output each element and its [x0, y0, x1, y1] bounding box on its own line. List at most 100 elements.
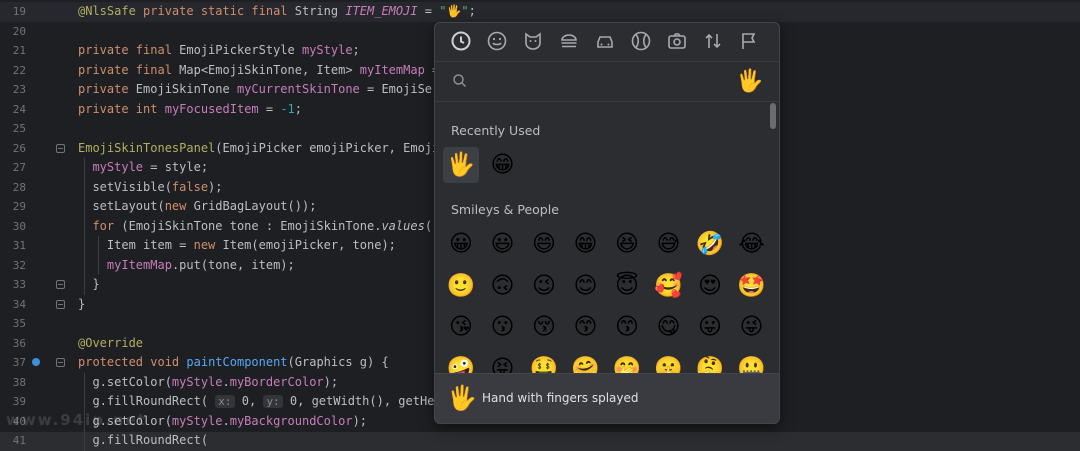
search-input[interactable]: [477, 70, 711, 94]
code-text[interactable]: g.setColor(myStyle.myBorderColor);: [78, 375, 338, 389]
code-token: paintComponent: [186, 355, 288, 369]
code-token: new: [164, 199, 187, 213]
emoji-preview-footer: 🖐 Hand with fingers splayed: [435, 373, 779, 423]
code-text[interactable]: private int myFocusedItem = -1;: [78, 102, 302, 116]
emoji-item[interactable]: 😘: [443, 309, 479, 345]
code-text[interactable]: private final Map<EmojiSkinTone, Item> m…: [78, 63, 468, 77]
emoji-item[interactable]: 🤑: [526, 351, 562, 374]
skin-tone-button[interactable]: 🖐: [735, 67, 765, 97]
objects-tab[interactable]: [662, 26, 692, 56]
code-token: myBorderColor: [229, 374, 324, 389]
emoji-list[interactable]: Recently Used 🖐 😁 Smileys & People 😀 😃 😄 😁 😆 😅 🤣 😂 🙂…: [435, 101, 779, 373]
emoji-item[interactable]: 🤩: [734, 268, 770, 304]
code-token: "🖐": [439, 4, 469, 18]
emoji-item[interactable]: 😁: [568, 226, 604, 262]
fold-icon[interactable]: [56, 299, 65, 309]
emoji-item[interactable]: 🥰: [651, 268, 687, 304]
emoji-item[interactable]: 🤫: [651, 351, 687, 374]
fold-icon[interactable]: [56, 358, 65, 367]
emoji-item[interactable]: 😀: [443, 226, 479, 262]
emoji-item[interactable]: 😉: [526, 268, 562, 304]
emoji-item[interactable]: 😜: [734, 309, 770, 345]
code-token: ;: [294, 101, 303, 116]
emoji-item[interactable]: 😙: [609, 309, 645, 345]
emoji-item[interactable]: 🤭: [609, 351, 645, 374]
code-text[interactable]: }: [78, 297, 85, 311]
code-token: String: [287, 4, 346, 18]
emoji-item[interactable]: 🤐: [734, 351, 770, 374]
emoji-item[interactable]: 😂: [734, 226, 770, 262]
code-token: y:: [263, 395, 283, 408]
emoji-search-bar[interactable]: 🖐: [435, 61, 779, 102]
emoji-item[interactable]: 🤪: [443, 351, 479, 374]
emoji-item[interactable]: 😊: [568, 268, 604, 304]
code-text[interactable]: myItemMap.put(tone, item);: [78, 258, 295, 272]
symbols-tab[interactable]: [698, 26, 728, 56]
emoji-item[interactable]: 😍: [692, 268, 728, 304]
animals-tab[interactable]: [518, 26, 548, 56]
code-line[interactable]: 41 g.fillRoundRect(: [0, 431, 1080, 451]
activities-tab[interactable]: [626, 26, 656, 56]
code-text[interactable]: g.fillRoundRect( x: 0, y: 0, getWidth(),…: [78, 394, 478, 408]
smileys-tab[interactable]: [482, 26, 512, 56]
emoji-item[interactable]: 😋: [651, 309, 687, 345]
travel-tab[interactable]: [590, 26, 620, 56]
line-number: 28: [12, 180, 26, 194]
emoji-picker-popup: 🖐 Recently Used 🖐 😁 Smileys & People 😀 😃 😄 😁 😆 😅 🤣…: [434, 22, 780, 424]
emoji-item[interactable]: 😝: [485, 351, 521, 374]
emoji-item[interactable]: 😚: [526, 309, 562, 345]
emoji-item[interactable]: 😇: [609, 268, 645, 304]
smiley-icon: [487, 31, 507, 51]
code-token: setLayout(: [78, 199, 165, 213]
code-text[interactable]: myStyle = style;: [78, 160, 208, 174]
watermark: www.94ip.net: [6, 411, 147, 429]
emoji-item[interactable]: 😙: [568, 309, 604, 345]
code-token: (Graphics g) {: [287, 355, 389, 369]
code-text[interactable]: }: [78, 277, 99, 291]
emoji-item[interactable]: 🖐: [443, 147, 479, 183]
code-text[interactable]: Item item = new Item(emojiPicker, tone);: [78, 238, 396, 252]
fold-icon[interactable]: [56, 280, 65, 289]
emoji-item[interactable]: 😃: [485, 226, 521, 262]
code-text[interactable]: EmojiSkinTonesPanel(EmojiPicker emojiPic…: [78, 141, 461, 155]
code-token: Item item =: [78, 238, 194, 252]
emoji-item[interactable]: 🤗: [568, 351, 604, 374]
emoji-item[interactable]: 😆: [609, 226, 645, 262]
code-text[interactable]: g.fillRoundRect(: [78, 433, 208, 447]
code-line[interactable]: 19 @NlsSafe private static final String I…: [0, 2, 1080, 22]
emoji-item[interactable]: 😗: [485, 309, 521, 345]
line-number: 38: [12, 375, 26, 389]
code-text[interactable]: @NlsSafe private static final String ITE…: [78, 4, 476, 18]
emoji-item[interactable]: 🙂: [443, 268, 479, 304]
recent-tab[interactable]: [446, 26, 476, 56]
fold-icon[interactable]: [56, 143, 65, 153]
code-text[interactable]: setLayout(new GridBagLayout());: [78, 199, 316, 213]
code-text[interactable]: for (EmojiSkinTone tone : EmojiSkinTone.…: [78, 219, 460, 233]
code-text[interactable]: @Override: [78, 336, 143, 350]
emoji-item[interactable]: 😄: [526, 226, 562, 262]
code-token: myItemMap: [359, 62, 425, 77]
code-token: =: [417, 4, 440, 18]
food-tab[interactable]: [554, 26, 584, 56]
indent-guide: [98, 236, 99, 275]
emoji-item[interactable]: 🙃: [485, 268, 521, 304]
flags-tab[interactable]: [734, 26, 764, 56]
scrollbar-thumb[interactable]: [770, 103, 776, 129]
emoji-item[interactable]: 😅: [651, 226, 687, 262]
code-text[interactable]: private EmojiSkinTone myCurrentSkinTone …: [78, 82, 461, 96]
emoji-item[interactable]: 😁: [485, 147, 521, 183]
code-token: myFocusedItem: [164, 101, 259, 116]
emoji-item[interactable]: 🤣: [692, 226, 728, 262]
code-token: EmojiSkinTonesPanel: [78, 140, 216, 155]
emoji-item[interactable]: 😛: [692, 309, 728, 345]
code-token: Map<EmojiSkinTone, Item>: [171, 62, 360, 77]
category-tabs: [435, 23, 779, 61]
code-token: private int: [78, 101, 158, 116]
code-text[interactable]: protected void paintComponent(Graphics g…: [78, 355, 389, 369]
override-icon[interactable]: [32, 358, 40, 366]
car-icon: [597, 36, 613, 48]
emoji-item[interactable]: 🤔: [692, 351, 728, 374]
code-text[interactable]: private final EmojiPickerStyle myStyle;: [78, 43, 360, 57]
code-text[interactable]: setVisible(false);: [78, 180, 222, 194]
code-token: = style;: [143, 160, 209, 174]
